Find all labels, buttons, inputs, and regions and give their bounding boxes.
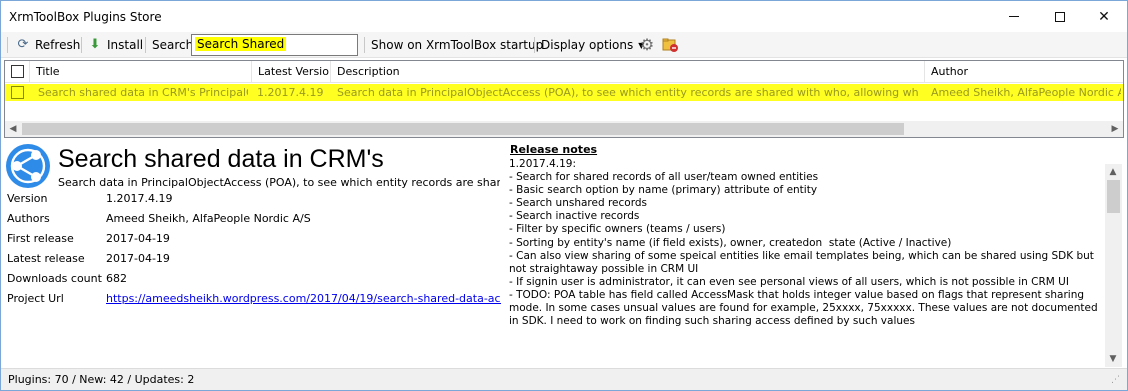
release-note-line: - Sorting by entity's name (if field exi… [509,236,952,249]
release-note-line: - Search unshared records [509,197,647,210]
horizontal-scrollbar[interactable]: ◀ ▶ [5,121,1123,137]
close-button[interactable]: ✕ [1081,1,1127,32]
status-text: Plugins: 70 / New: 42 / Updates: 2 [8,373,195,386]
refresh-label: Refresh [35,38,81,52]
column-author[interactable]: Author [925,61,1123,83]
select-all-checkbox[interactable] [11,65,24,78]
toolbar: ⟳ Refresh ⬇ Install Search Show on XrmTo… [1,32,1127,58]
release-note-line: - If signin user is administrator, it ca… [509,275,1069,288]
release-note-line: - Filter by specific owners (teams / use… [509,223,726,236]
toolbar-separator [81,37,82,53]
version-label: Version [7,192,48,205]
release-note-line: - Search inactive records [509,210,640,223]
release-notes-title: Release notes [510,143,598,156]
maximize-button[interactable] [1037,1,1083,32]
release-note-line: - Can also view sharing of some speical … [509,249,1098,275]
clear-cache-button[interactable] [662,32,679,58]
status-bar: Plugins: 70 / New: 42 / Updates: 2 ⋰ [1,368,1127,390]
scroll-right-icon[interactable]: ▶ [1107,121,1123,137]
release-note-line: 1.2017.4.19: [509,158,576,170]
row-version: 1.2017.4.19 [257,86,324,99]
row-description: Search data in PrincipalObjectAccess (PO… [337,86,919,99]
row-title: Search shared data in CRM's PrincipalOb.… [38,86,248,99]
refresh-button[interactable]: ⟳ Refresh [15,32,81,58]
toolbar-separator [364,37,365,53]
window-title: XrmToolBox Plugins Store [9,10,162,24]
settings-button[interactable]: ⚙ [639,32,659,58]
minimize-icon [1009,16,1019,17]
project-url-link[interactable]: https://ameedsheikh.wordpress.com/2017/0… [106,292,501,305]
maximize-icon [1055,11,1065,22]
release-notes: Release notes 1.2017.4.19: - Search for … [506,141,1126,367]
plugins-list: Title Latest Version Description Author … [4,60,1124,138]
authors-value: Ameed Sheikh, AlfaPeople Nordic A/S [106,212,311,225]
project-url-label: Project Url [7,292,64,305]
vertical-scroll-thumb[interactable] [1107,180,1120,213]
install-button[interactable]: ⬇ Install [87,32,144,58]
first-release-value: 2017-04-19 [106,232,170,245]
scroll-left-icon[interactable]: ◀ [5,121,21,137]
clear-cache-icon [662,38,678,52]
title-bar: XrmToolBox Plugins Store ✕ [1,1,1127,32]
row-checkbox[interactable] [11,86,24,99]
scroll-up-icon[interactable]: ▲ [1105,164,1121,180]
plugin-title: Search shared data in CRM's [58,145,384,173]
show-on-startup-toggle[interactable]: Show on XrmToolBox startup [371,32,543,58]
install-icon: ⬇ [89,37,101,52]
list-header: Title Latest Version Description Author [5,61,1123,83]
release-note-line: - Basic search option by name (primary) … [509,184,818,197]
display-options-dropdown[interactable]: Display options ▼ [541,32,644,58]
column-description[interactable]: Description [331,61,925,83]
toolbar-separator [534,37,535,53]
release-note-line: - TODO: POA table has field called Acces… [509,288,1101,328]
gear-icon: ⚙ [639,35,655,54]
table-row[interactable]: Search shared data in CRM's PrincipalOb.… [5,84,1123,101]
install-label: Install [107,38,144,52]
column-title[interactable]: Title [30,61,252,83]
scroll-down-icon[interactable]: ▼ [1105,351,1121,367]
release-notes-scrollbar[interactable]: ▲ ▼ [1105,164,1122,367]
display-options-label: Display options [541,38,634,52]
first-release-label: First release [7,232,74,245]
plugin-description: Search data in PrincipalObjectAccess (PO… [58,176,500,189]
close-icon: ✕ [1098,8,1110,25]
share-logo-icon [6,144,50,188]
column-latest-version[interactable]: Latest Version [252,61,331,83]
toolbar-separator [145,37,146,53]
downloads-count-value: 682 [106,272,127,285]
authors-label: Authors [7,212,50,225]
horizontal-scroll-thumb[interactable] [22,123,904,135]
minimize-button[interactable] [991,1,1037,32]
version-value: 1.2017.4.19 [106,192,173,205]
resize-grip-icon[interactable]: ⋰ [1111,375,1123,387]
latest-release-value: 2017-04-19 [106,252,170,265]
plugins-store-window: XrmToolBox Plugins Store ✕ ⟳ Refresh ⬇ I… [0,0,1128,391]
downloads-count-label: Downloads count [7,272,102,285]
search-label: Search [152,38,194,52]
release-note-line: - Search for shared records of all user/… [509,171,819,184]
search-input-value: Search Shared [195,37,287,51]
select-all-column[interactable] [5,61,30,83]
toolbar-grip [7,37,8,53]
row-author: Ameed Sheikh, AlfaPeople Nordic A/S [931,86,1121,99]
latest-release-label: Latest release [7,252,85,265]
release-notes-body: 1.2017.4.19: - Search for shared records… [509,158,1106,365]
refresh-icon: ⟳ [17,37,29,52]
search-input[interactable]: Search Shared [191,34,358,56]
plugin-details: Search shared data in CRM's Search data … [1,141,504,371]
